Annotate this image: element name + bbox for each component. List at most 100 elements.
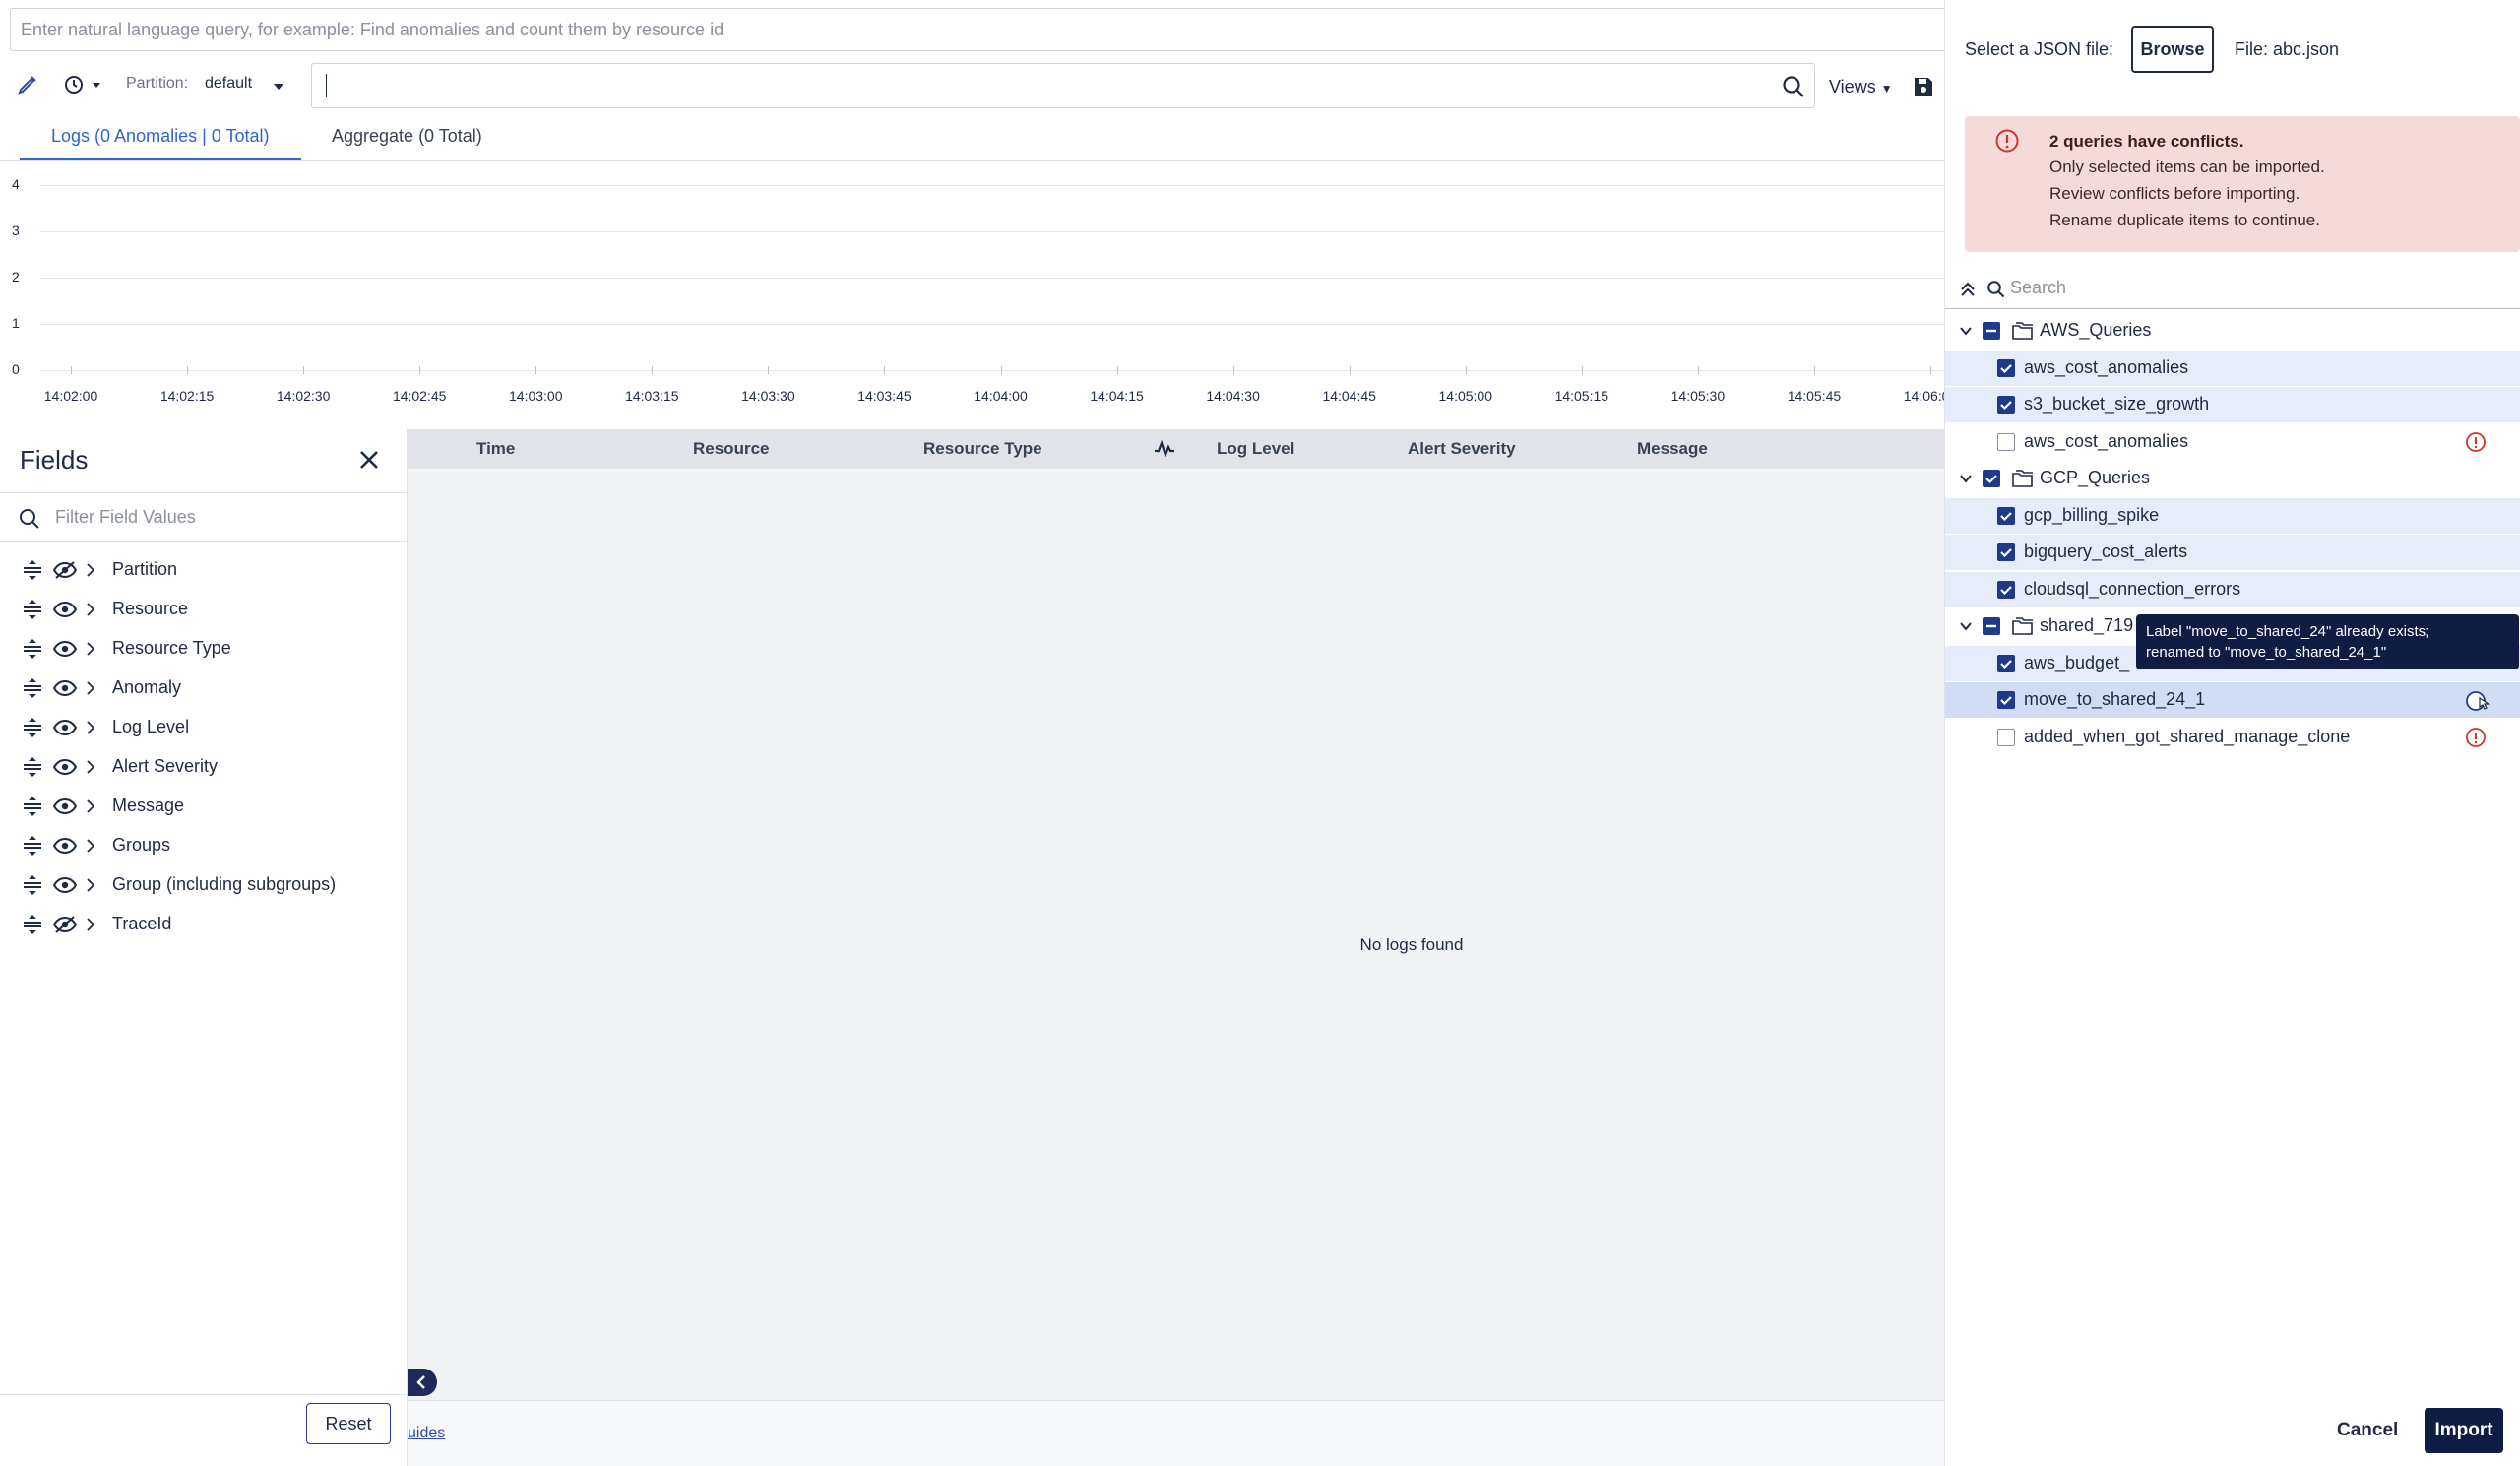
field-row[interactable]: Group (including subgroups) <box>0 866 408 906</box>
field-row[interactable]: Message <box>0 788 408 827</box>
eye-icon[interactable] <box>52 640 78 663</box>
drag-handle-icon[interactable] <box>22 796 43 822</box>
chevron-down-icon[interactable] <box>1959 324 1973 342</box>
tree-item[interactable]: move_to_shared_24_1 <box>1945 682 2520 718</box>
drag-handle-icon[interactable] <box>22 638 43 665</box>
checkbox[interactable] <box>1997 506 2015 525</box>
chevron-right-icon[interactable] <box>85 680 96 701</box>
column-time[interactable]: Time <box>476 439 515 459</box>
search-icon[interactable] <box>1781 74 1806 104</box>
warning-circle-icon[interactable] <box>2465 431 2487 458</box>
field-row[interactable]: Partition <box>0 551 408 591</box>
chevron-right-icon[interactable] <box>85 759 96 780</box>
drag-handle-icon[interactable] <box>22 874 43 901</box>
field-row[interactable]: Anomaly <box>0 669 408 709</box>
tree-item[interactable]: added_when_got_shared_manage_clone <box>1945 720 2520 755</box>
field-row[interactable]: Log Level <box>0 709 408 748</box>
cancel-button[interactable]: Cancel <box>2337 1420 2398 1441</box>
field-row[interactable]: Groups <box>0 827 408 866</box>
query-search-input[interactable] <box>311 63 1815 108</box>
checkbox[interactable] <box>1997 432 2015 451</box>
x-tick-label: 14:03:00 <box>509 388 563 404</box>
eye-icon[interactable] <box>52 797 78 820</box>
natural-language-query-input[interactable]: Enter natural language query, for exampl… <box>10 8 1944 51</box>
chevron-right-icon[interactable] <box>85 720 96 740</box>
checkbox[interactable] <box>1983 322 2000 340</box>
eye-icon[interactable] <box>52 876 78 899</box>
tree-folder[interactable]: AWS_Queries <box>1945 313 2520 349</box>
tree-item[interactable]: cloudsql_connection_errors <box>1945 571 2520 607</box>
field-label: Message <box>112 796 185 815</box>
chevron-down-icon[interactable] <box>1959 619 1973 637</box>
partition-select[interactable]: default <box>205 75 252 93</box>
checkbox[interactable] <box>1997 543 2015 561</box>
close-icon[interactable] <box>358 449 380 476</box>
chevron-right-icon[interactable] <box>85 838 96 859</box>
column-resource-type[interactable]: Resource Type <box>923 439 1042 459</box>
column-resource[interactable]: Resource <box>693 439 769 459</box>
tree-item[interactable]: aws_cost_anomalies <box>1945 424 2520 460</box>
edit-query-icon[interactable] <box>16 73 39 101</box>
checkbox[interactable] <box>1997 358 2015 377</box>
tree-item[interactable]: bigquery_cost_alerts <box>1945 535 2520 570</box>
chevron-down-icon[interactable] <box>272 79 285 96</box>
anomaly-column-icon[interactable] <box>1154 439 1175 462</box>
column-alert-severity[interactable]: Alert Severity <box>1408 439 1516 459</box>
field-row[interactable]: TraceId <box>0 906 408 945</box>
eye-icon[interactable] <box>52 758 78 781</box>
chevron-right-icon[interactable] <box>85 917 96 937</box>
checkbox[interactable] <box>1997 396 2015 414</box>
warning-circle-icon[interactable] <box>2465 727 2487 753</box>
tab-aggregate[interactable]: Aggregate (0 Total) <box>332 126 482 147</box>
tree-item[interactable]: gcp_billing_spike <box>1945 497 2520 534</box>
column-log-level[interactable]: Log Level <box>1217 439 1294 459</box>
import-button[interactable]: Import <box>2425 1408 2503 1453</box>
collapse-panel-button[interactable] <box>408 1369 437 1396</box>
browse-button[interactable]: Browse <box>2131 26 2214 73</box>
guides-link[interactable]: uides <box>408 1425 445 1442</box>
drag-handle-icon[interactable] <box>22 914 43 940</box>
history-icon[interactable] <box>61 73 104 101</box>
tree-item[interactable]: aws_cost_anomalies <box>1945 350 2520 386</box>
drag-handle-icon[interactable] <box>22 677 43 704</box>
field-row[interactable]: Alert Severity <box>0 748 408 788</box>
chevron-down-icon[interactable] <box>1959 472 1973 489</box>
drag-handle-icon[interactable] <box>22 559 43 586</box>
y-tick-label: 1 <box>12 315 20 331</box>
drag-handle-icon[interactable] <box>22 835 43 861</box>
views-dropdown[interactable]: Views ▼ <box>1829 77 1893 97</box>
column-message[interactable]: Message <box>1637 439 1708 459</box>
drag-handle-icon[interactable] <box>22 756 43 783</box>
chevron-right-icon[interactable] <box>85 641 96 662</box>
tree-folder[interactable]: GCP_Queries <box>1945 461 2520 496</box>
eye-icon[interactable] <box>52 837 78 860</box>
checkbox[interactable] <box>1997 728 2015 746</box>
field-row[interactable]: Resource <box>0 591 408 630</box>
tree-item[interactable]: s3_bucket_size_growth <box>1945 387 2520 422</box>
checkbox[interactable] <box>1997 654 2015 672</box>
eye-icon[interactable] <box>52 719 78 741</box>
chevron-right-icon[interactable] <box>85 798 96 819</box>
drag-handle-icon[interactable] <box>22 717 43 743</box>
checkbox[interactable] <box>1983 470 2000 487</box>
save-icon[interactable] <box>1912 75 1935 103</box>
collapse-all-icon[interactable] <box>1959 280 1977 304</box>
tree-search-input[interactable]: Search <box>1945 270 2520 309</box>
eye-off-icon[interactable] <box>52 561 78 584</box>
drag-handle-icon[interactable] <box>22 599 43 625</box>
y-tick-label: 0 <box>12 361 20 377</box>
chevron-right-icon[interactable] <box>85 602 96 622</box>
chevron-right-icon[interactable] <box>85 562 96 583</box>
field-filter-input[interactable]: Filter Field Values <box>0 492 408 542</box>
eye-off-icon[interactable] <box>52 916 78 938</box>
checkbox[interactable] <box>1997 580 2015 599</box>
info-circle-icon[interactable] <box>2465 689 2490 718</box>
checkbox[interactable] <box>1997 691 2015 709</box>
reset-button[interactable]: Reset <box>306 1403 391 1444</box>
field-row[interactable]: Resource Type <box>0 630 408 669</box>
chevron-right-icon[interactable] <box>85 877 96 898</box>
eye-icon[interactable] <box>52 679 78 702</box>
eye-icon[interactable] <box>52 601 78 623</box>
tab-logs[interactable]: Logs (0 Anomalies | 0 Total) <box>51 126 269 147</box>
checkbox[interactable] <box>1983 617 2000 635</box>
